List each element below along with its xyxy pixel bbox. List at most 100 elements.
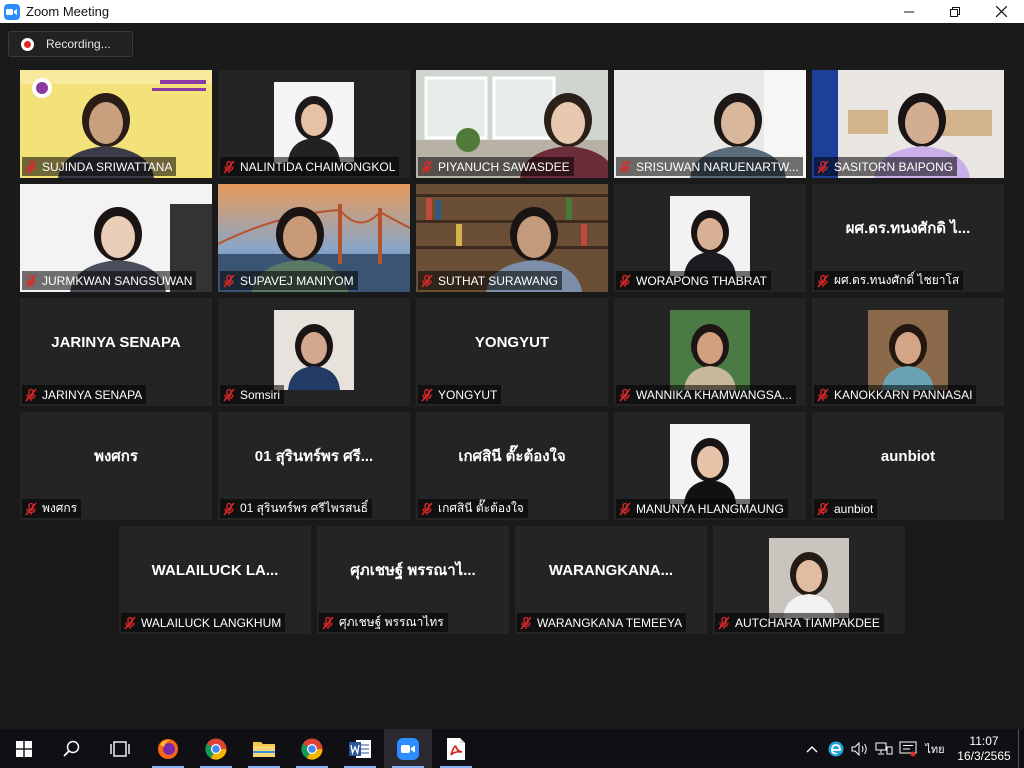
participant-tile[interactable]: ศุภเชษฐ์ พรรณาไ... ศุภเชษฐ์ พรรณาไทร (317, 526, 509, 634)
network-button[interactable] (872, 729, 896, 768)
mic-muted-icon (619, 502, 631, 515)
participant-nameplate: AUTCHARA TIAMPAKDEE (715, 613, 884, 632)
recording-label: Recording... (46, 37, 111, 51)
system-tray: ไทย 11:07 16/3/2565 (800, 729, 1024, 768)
taskbar-chrome[interactable] (192, 729, 240, 768)
start-button[interactable] (0, 729, 48, 768)
participant-tile[interactable]: WARANGKANA... WARANGKANA TEMEEYA (515, 526, 707, 634)
volume-button[interactable] (848, 729, 872, 768)
search-button[interactable] (48, 729, 96, 768)
participant-tile[interactable]: ผศ.ดร.ทนงศักดิ ไ... ผศ.ดร.ทนงศักดิ์ ไชยา… (812, 184, 1004, 292)
recording-indicator[interactable]: Recording... (8, 31, 133, 57)
taskbar-acrobat[interactable] (432, 729, 480, 768)
participant-tile[interactable]: 01 สุรินทร์พร ศรี... 01 สุรินทร์พร ศรีไพ… (218, 412, 410, 520)
participant-name: KANOKKARN PANNASAI (834, 387, 973, 402)
mic-muted-icon (25, 160, 37, 173)
participant-nameplate: Somsiri (220, 385, 285, 404)
participant-profile-photo (670, 196, 750, 276)
action-center-button[interactable] (896, 729, 920, 768)
show-hidden-icons-button[interactable] (800, 729, 824, 768)
participant-tile[interactable]: KANOKKARN PANNASAI (812, 298, 1004, 406)
participant-nameplate: ศุภเชษฐ์ พรรณาไทร (319, 613, 448, 632)
mic-muted-icon (718, 616, 730, 629)
taskbar-clock[interactable]: 11:07 16/3/2565 (950, 734, 1018, 764)
show-desktop-button[interactable] (1018, 729, 1024, 768)
participant-nameplate: JURMKWAN SANGSUWAN (22, 271, 197, 290)
tray-edge-icon[interactable] (824, 729, 848, 768)
participant-name: SUTHAT SURAWANG (438, 273, 559, 288)
speaker-icon (851, 741, 867, 756)
mic-muted-icon (223, 388, 235, 401)
mic-muted-icon (619, 160, 631, 173)
participant-tile[interactable]: SRISUWAN NARUENARTW... (614, 70, 806, 178)
participant-tile[interactable]: PIYANUCH SAWASDEE (416, 70, 608, 178)
participant-nameplate: SASITORN BAIPONG (814, 157, 958, 176)
participant-tile[interactable]: YONGYUT YONGYUT (416, 298, 608, 406)
participant-tile[interactable]: SUJINDA SRIWATTANA (20, 70, 212, 178)
participant-tile[interactable]: WORAPONG THABRAT (614, 184, 806, 292)
task-view-button[interactable] (96, 729, 144, 768)
participant-tile[interactable]: aunbiot aunbiot (812, 412, 1004, 520)
participant-nameplate: SUJINDA SRIWATTANA (22, 157, 177, 176)
chrome-icon (205, 738, 227, 760)
participant-tile[interactable]: WANNIKA KHAMWANGSA... (614, 298, 806, 406)
mic-muted-icon (421, 388, 433, 401)
clock-date: 16/3/2565 (957, 748, 1011, 763)
participant-name: WARANGKANA TEMEEYA (537, 615, 683, 630)
participant-nameplate: 01 สุรินทร์พร ศรีไพรสนธิ์ (220, 499, 373, 518)
participant-tile[interactable]: WALAILUCK LA... WALAILUCK LANGKHUM (119, 526, 311, 634)
participant-name: เกศสินี ตั๊ะต้องใจ (438, 501, 524, 515)
taskbar-zoom[interactable] (384, 729, 432, 768)
participant-name: NALINTIDA CHAIMONGKOL (240, 159, 396, 174)
restore-button[interactable] (932, 0, 978, 23)
participant-nameplate: KANOKKARN PANNASAI (814, 385, 977, 404)
participant-tile[interactable]: JARINYA SENAPA JARINYA SENAPA (20, 298, 212, 406)
participant-name: YONGYUT (438, 387, 498, 402)
mic-muted-icon (421, 274, 433, 287)
participant-profile-photo (769, 538, 849, 618)
participant-center-name: aunbiot (880, 447, 936, 465)
participant-profile-photo (274, 310, 354, 390)
taskbar-firefox[interactable] (144, 729, 192, 768)
participant-tile[interactable]: เกศสินี ตั๊ะต้องใจ เกศสินี ตั๊ะต้องใจ (416, 412, 608, 520)
participant-tile[interactable]: Somsiri (218, 298, 410, 406)
participant-nameplate: เกศสินี ตั๊ะต้องใจ (418, 499, 528, 518)
mic-muted-icon (25, 388, 37, 401)
mic-muted-icon (223, 502, 235, 515)
search-icon (63, 740, 80, 757)
mic-muted-icon (817, 274, 829, 287)
folder-icon (253, 741, 275, 757)
participant-name: WANNIKA KHAMWANGSA... (636, 387, 792, 402)
participant-profile-photo (670, 310, 750, 390)
participant-tile[interactable]: SUTHAT SURAWANG (416, 184, 608, 292)
windows-taskbar: ไทย 11:07 16/3/2565 (0, 729, 1024, 768)
minimize-button[interactable] (886, 0, 932, 23)
participant-tile[interactable]: SASITORN BAIPONG (812, 70, 1004, 178)
participant-nameplate: aunbiot (814, 499, 878, 518)
mic-muted-icon (817, 160, 829, 173)
restore-icon (950, 6, 960, 17)
taskbar-chrome-2[interactable] (288, 729, 336, 768)
participant-tile[interactable]: JURMKWAN SANGSUWAN (20, 184, 212, 292)
participant-tile[interactable]: SUPAVEJ MANIYOM (218, 184, 410, 292)
mic-muted-icon (619, 274, 631, 287)
participant-center-name: WALAILUCK LA... (151, 561, 279, 579)
taskbar-file-explorer[interactable] (240, 729, 288, 768)
participant-center-name: YONGYUT (474, 333, 550, 351)
close-button[interactable] (978, 0, 1024, 23)
input-language[interactable]: ไทย (920, 729, 950, 768)
mic-muted-icon (223, 160, 235, 173)
mic-muted-icon (817, 388, 829, 401)
participant-nameplate: JARINYA SENAPA (22, 385, 147, 404)
participant-tile[interactable]: NALINTIDA CHAIMONGKOL (218, 70, 410, 178)
participant-name: 01 สุรินทร์พร ศรีไพรสนธิ์ (240, 501, 369, 515)
participant-tile[interactable]: AUTCHARA TIAMPAKDEE (713, 526, 905, 634)
taskbar-word[interactable] (336, 729, 384, 768)
participant-tile[interactable]: MANUNYA HLANGMAUNG (614, 412, 806, 520)
participant-profile-photo (868, 310, 948, 390)
participant-nameplate: พงศกร (22, 499, 82, 518)
participant-nameplate: YONGYUT (418, 385, 502, 404)
participant-tile[interactable]: พงศกร พงศกร (20, 412, 212, 520)
participant-nameplate: ผศ.ดร.ทนงศักดิ์ ไชยาโส (814, 271, 964, 290)
participant-name: WALAILUCK LANGKHUM (141, 615, 282, 630)
